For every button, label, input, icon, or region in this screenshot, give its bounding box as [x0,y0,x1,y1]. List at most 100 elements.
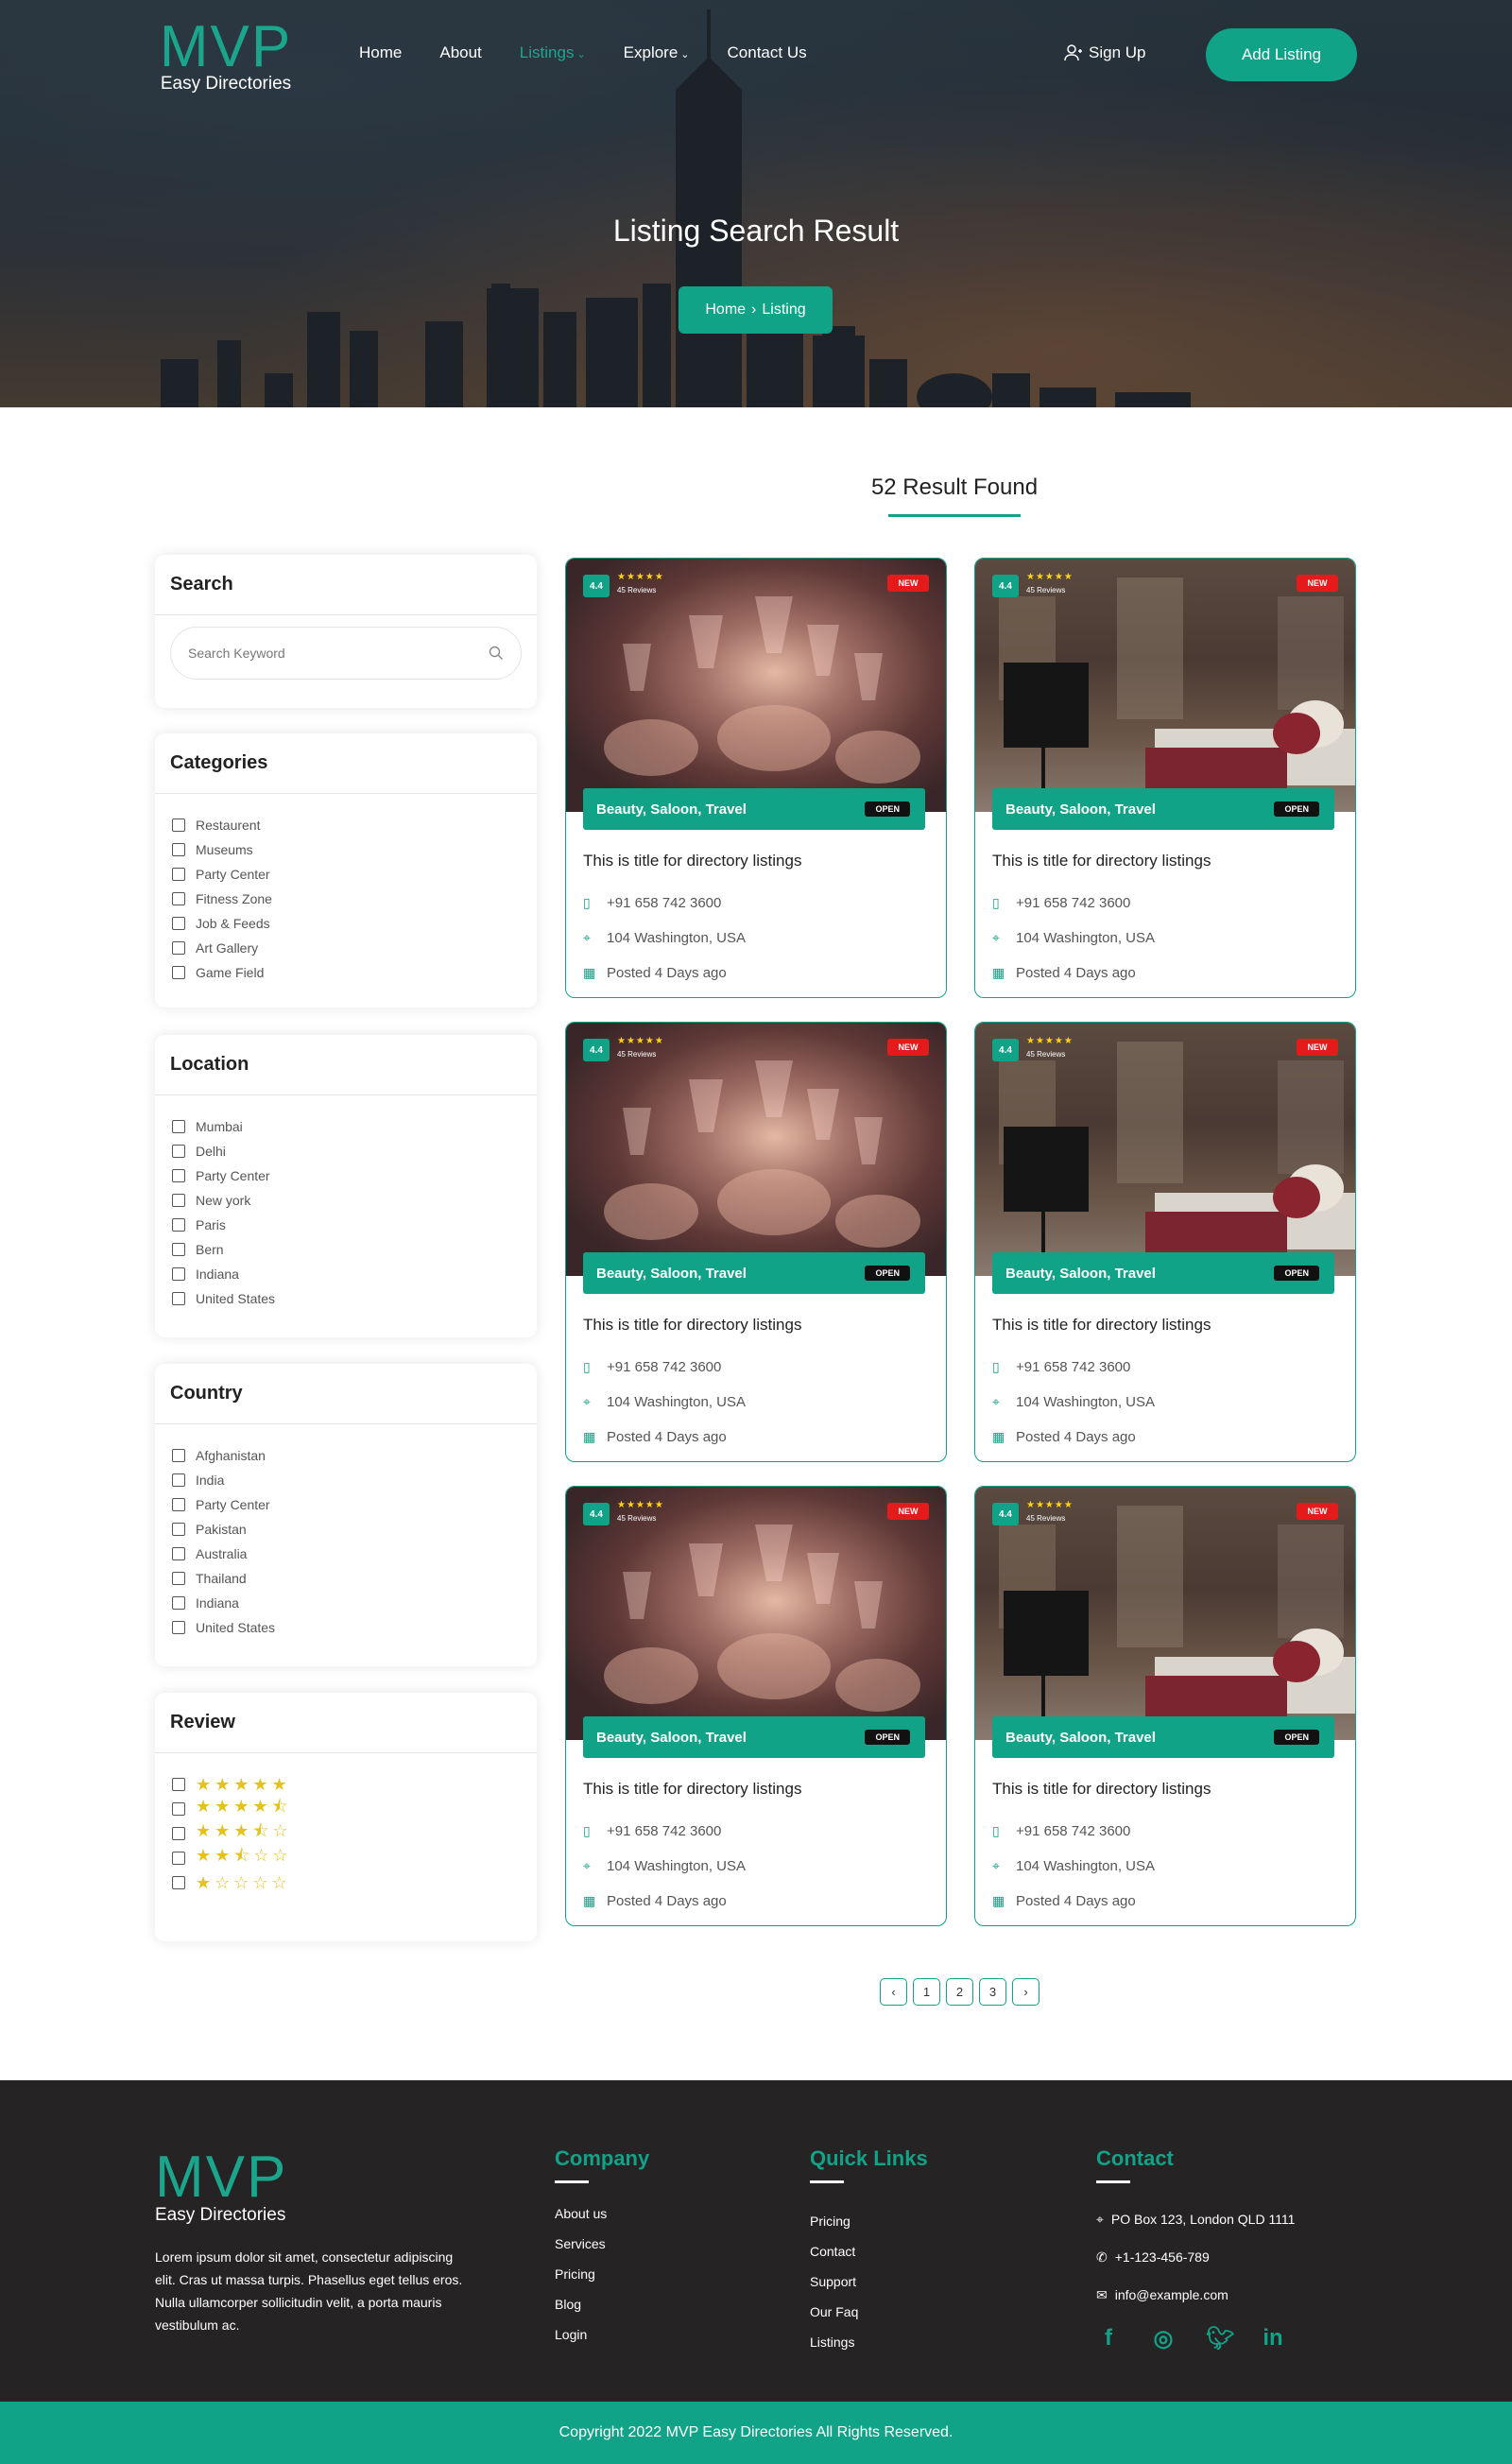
search-icon[interactable] [489,646,504,661]
category-checkbox[interactable]: Party Center [172,862,520,887]
country-checkbox[interactable]: Indiana [172,1591,520,1615]
checkbox[interactable] [172,818,185,832]
checkbox[interactable] [172,1120,185,1133]
twitter-icon[interactable]: 🐦︎ [1206,2325,1234,2352]
country-checkbox[interactable]: Afghanistan [172,1443,520,1468]
checkbox[interactable] [172,1292,185,1305]
country-checkbox[interactable]: Australia [172,1542,520,1566]
location-checkbox[interactable]: New york [172,1188,520,1213]
checkbox[interactable] [172,1596,185,1610]
listing-title[interactable]: This is title for directory listings [583,1316,929,1335]
country-checkbox[interactable]: Party Center [172,1492,520,1517]
checkbox[interactable] [172,1218,185,1232]
page-button-3[interactable]: 3 [979,1978,1006,2006]
checkbox[interactable] [172,1572,185,1585]
checkbox[interactable] [172,966,185,979]
listing-image[interactable]: 4.4 ★★★★★ 45 Reviews NEW [566,1487,946,1740]
listing-card[interactable]: 4.4 ★★★★★ 45 Reviews NEW Beauty, Saloon, Tra… [565,558,947,998]
category-checkbox[interactable]: Job & Feeds [172,911,520,936]
checkbox[interactable] [172,941,185,955]
checkbox[interactable] [172,1473,185,1487]
add-listing-button[interactable]: Add Listing [1206,28,1357,81]
breadcrumb-home[interactable]: Home [705,302,746,319]
listing-image[interactable]: 4.4 ★★★★★ 45 Reviews NEW [566,559,946,812]
nav-explore[interactable]: Explore ⌄ [624,43,690,62]
contact-phone[interactable]: ✆ +1-123-456-789 [1096,2238,1295,2276]
location-checkbox[interactable]: Paris [172,1213,520,1237]
nav-home[interactable]: Home [359,43,402,62]
location-checkbox[interactable]: Delhi [172,1139,520,1163]
checkbox[interactable] [172,1169,185,1182]
checkbox[interactable] [172,1852,185,1865]
listing-title[interactable]: This is title for directory listings [992,1316,1338,1335]
listing-image[interactable]: 4.4 ★★★★★ 45 Reviews NEW [975,1487,1355,1740]
page-button-1[interactable]: 1 [913,1978,940,2006]
facebook-icon[interactable]: f [1096,2325,1121,2352]
listing-title[interactable]: This is title for directory listings [992,1780,1338,1799]
sign-up-link[interactable]: Sign Up [1064,43,1145,62]
listing-image[interactable]: 4.4 ★★★★★ 45 Reviews NEW [975,559,1355,812]
footer-link[interactable]: Pricing [555,2265,649,2295]
search-input[interactable] [188,646,489,661]
review-checkbox[interactable]: ★★★★★ [172,1772,520,1797]
listing-card[interactable]: 4.4 ★★★★★ 45 Reviews NEW Beauty, Saloon, Tra… [974,1486,1356,1926]
checkbox[interactable] [172,917,185,930]
checkbox[interactable] [172,1621,185,1634]
listing-title[interactable]: This is title for directory listings [583,852,929,870]
checkbox[interactable] [172,1145,185,1158]
country-checkbox[interactable]: United States [172,1615,520,1640]
country-checkbox[interactable]: Thailand [172,1566,520,1591]
nav-contact-us[interactable]: Contact Us [728,43,807,62]
category-checkbox[interactable]: Game Field [172,960,520,985]
country-checkbox[interactable]: India [172,1468,520,1492]
location-checkbox[interactable]: Indiana [172,1262,520,1286]
listing-card[interactable]: 4.4 ★★★★★ 45 Reviews NEW Beauty, Saloon, Tra… [974,558,1356,998]
checkbox[interactable] [172,1243,185,1256]
contact-email[interactable]: ✉ info@example.com [1096,2276,1295,2314]
checkbox[interactable] [172,1827,185,1840]
checkbox[interactable] [172,1876,185,1889]
listing-title[interactable]: This is title for directory listings [992,852,1338,870]
location-checkbox[interactable]: Bern [172,1237,520,1262]
country-checkbox[interactable]: Pakistan [172,1517,520,1542]
review-checkbox[interactable]: ★★★★⯪ [172,1797,520,1821]
listing-card[interactable]: 4.4 ★★★★★ 45 Reviews NEW Beauty, Saloon, Tra… [565,1022,947,1462]
checkbox[interactable] [172,1267,185,1281]
footer-link[interactable]: Listings [810,2333,928,2363]
review-checkbox[interactable]: ★★★⯪☆ [172,1821,520,1846]
checkbox[interactable] [172,1449,185,1462]
listing-image[interactable]: 4.4 ★★★★★ 45 Reviews NEW [566,1023,946,1276]
category-checkbox[interactable]: Restaurent [172,813,520,837]
footer-link[interactable]: Blog [555,2295,649,2325]
checkbox[interactable] [172,868,185,881]
checkbox[interactable] [172,1498,185,1511]
linkedin-icon[interactable]: in [1261,2325,1285,2352]
footer-link[interactable]: Contact [810,2242,928,2272]
review-checkbox[interactable]: ★☆☆☆☆ [172,1870,520,1895]
listing-image[interactable]: 4.4 ★★★★★ 45 Reviews NEW [975,1023,1355,1276]
instagram-icon[interactable]: ◎ [1151,2325,1176,2352]
checkbox[interactable] [172,1194,185,1207]
checkbox[interactable] [172,1523,185,1536]
footer-link[interactable]: About us [555,2204,649,2234]
location-checkbox[interactable]: Mumbai [172,1114,520,1139]
checkbox[interactable] [172,892,185,905]
review-checkbox[interactable]: ★★⯪☆☆ [172,1846,520,1870]
checkbox[interactable] [172,1778,185,1791]
category-checkbox[interactable]: Art Gallery [172,936,520,960]
prev-page-button[interactable]: ‹ [880,1978,907,2006]
category-checkbox[interactable]: Museums [172,837,520,862]
checkbox[interactable] [172,1547,185,1560]
nav-about[interactable]: About [439,43,481,62]
footer-link[interactable]: Support [810,2272,928,2302]
next-page-button[interactable]: › [1012,1978,1040,2006]
location-checkbox[interactable]: United States [172,1286,520,1311]
listing-card[interactable]: 4.4 ★★★★★ 45 Reviews NEW Beauty, Saloon, Tra… [974,1022,1356,1462]
footer-link[interactable]: Our Faq [810,2302,928,2333]
page-button-2[interactable]: 2 [946,1978,973,2006]
footer-link[interactable]: Services [555,2234,649,2265]
nav-listings[interactable]: Listings ⌄ [520,43,586,62]
footer-logo[interactable]: MVP Easy Directories [155,2148,287,2226]
brand-logo[interactable]: MVP Easy Directories [155,18,306,95]
checkbox[interactable] [172,843,185,856]
